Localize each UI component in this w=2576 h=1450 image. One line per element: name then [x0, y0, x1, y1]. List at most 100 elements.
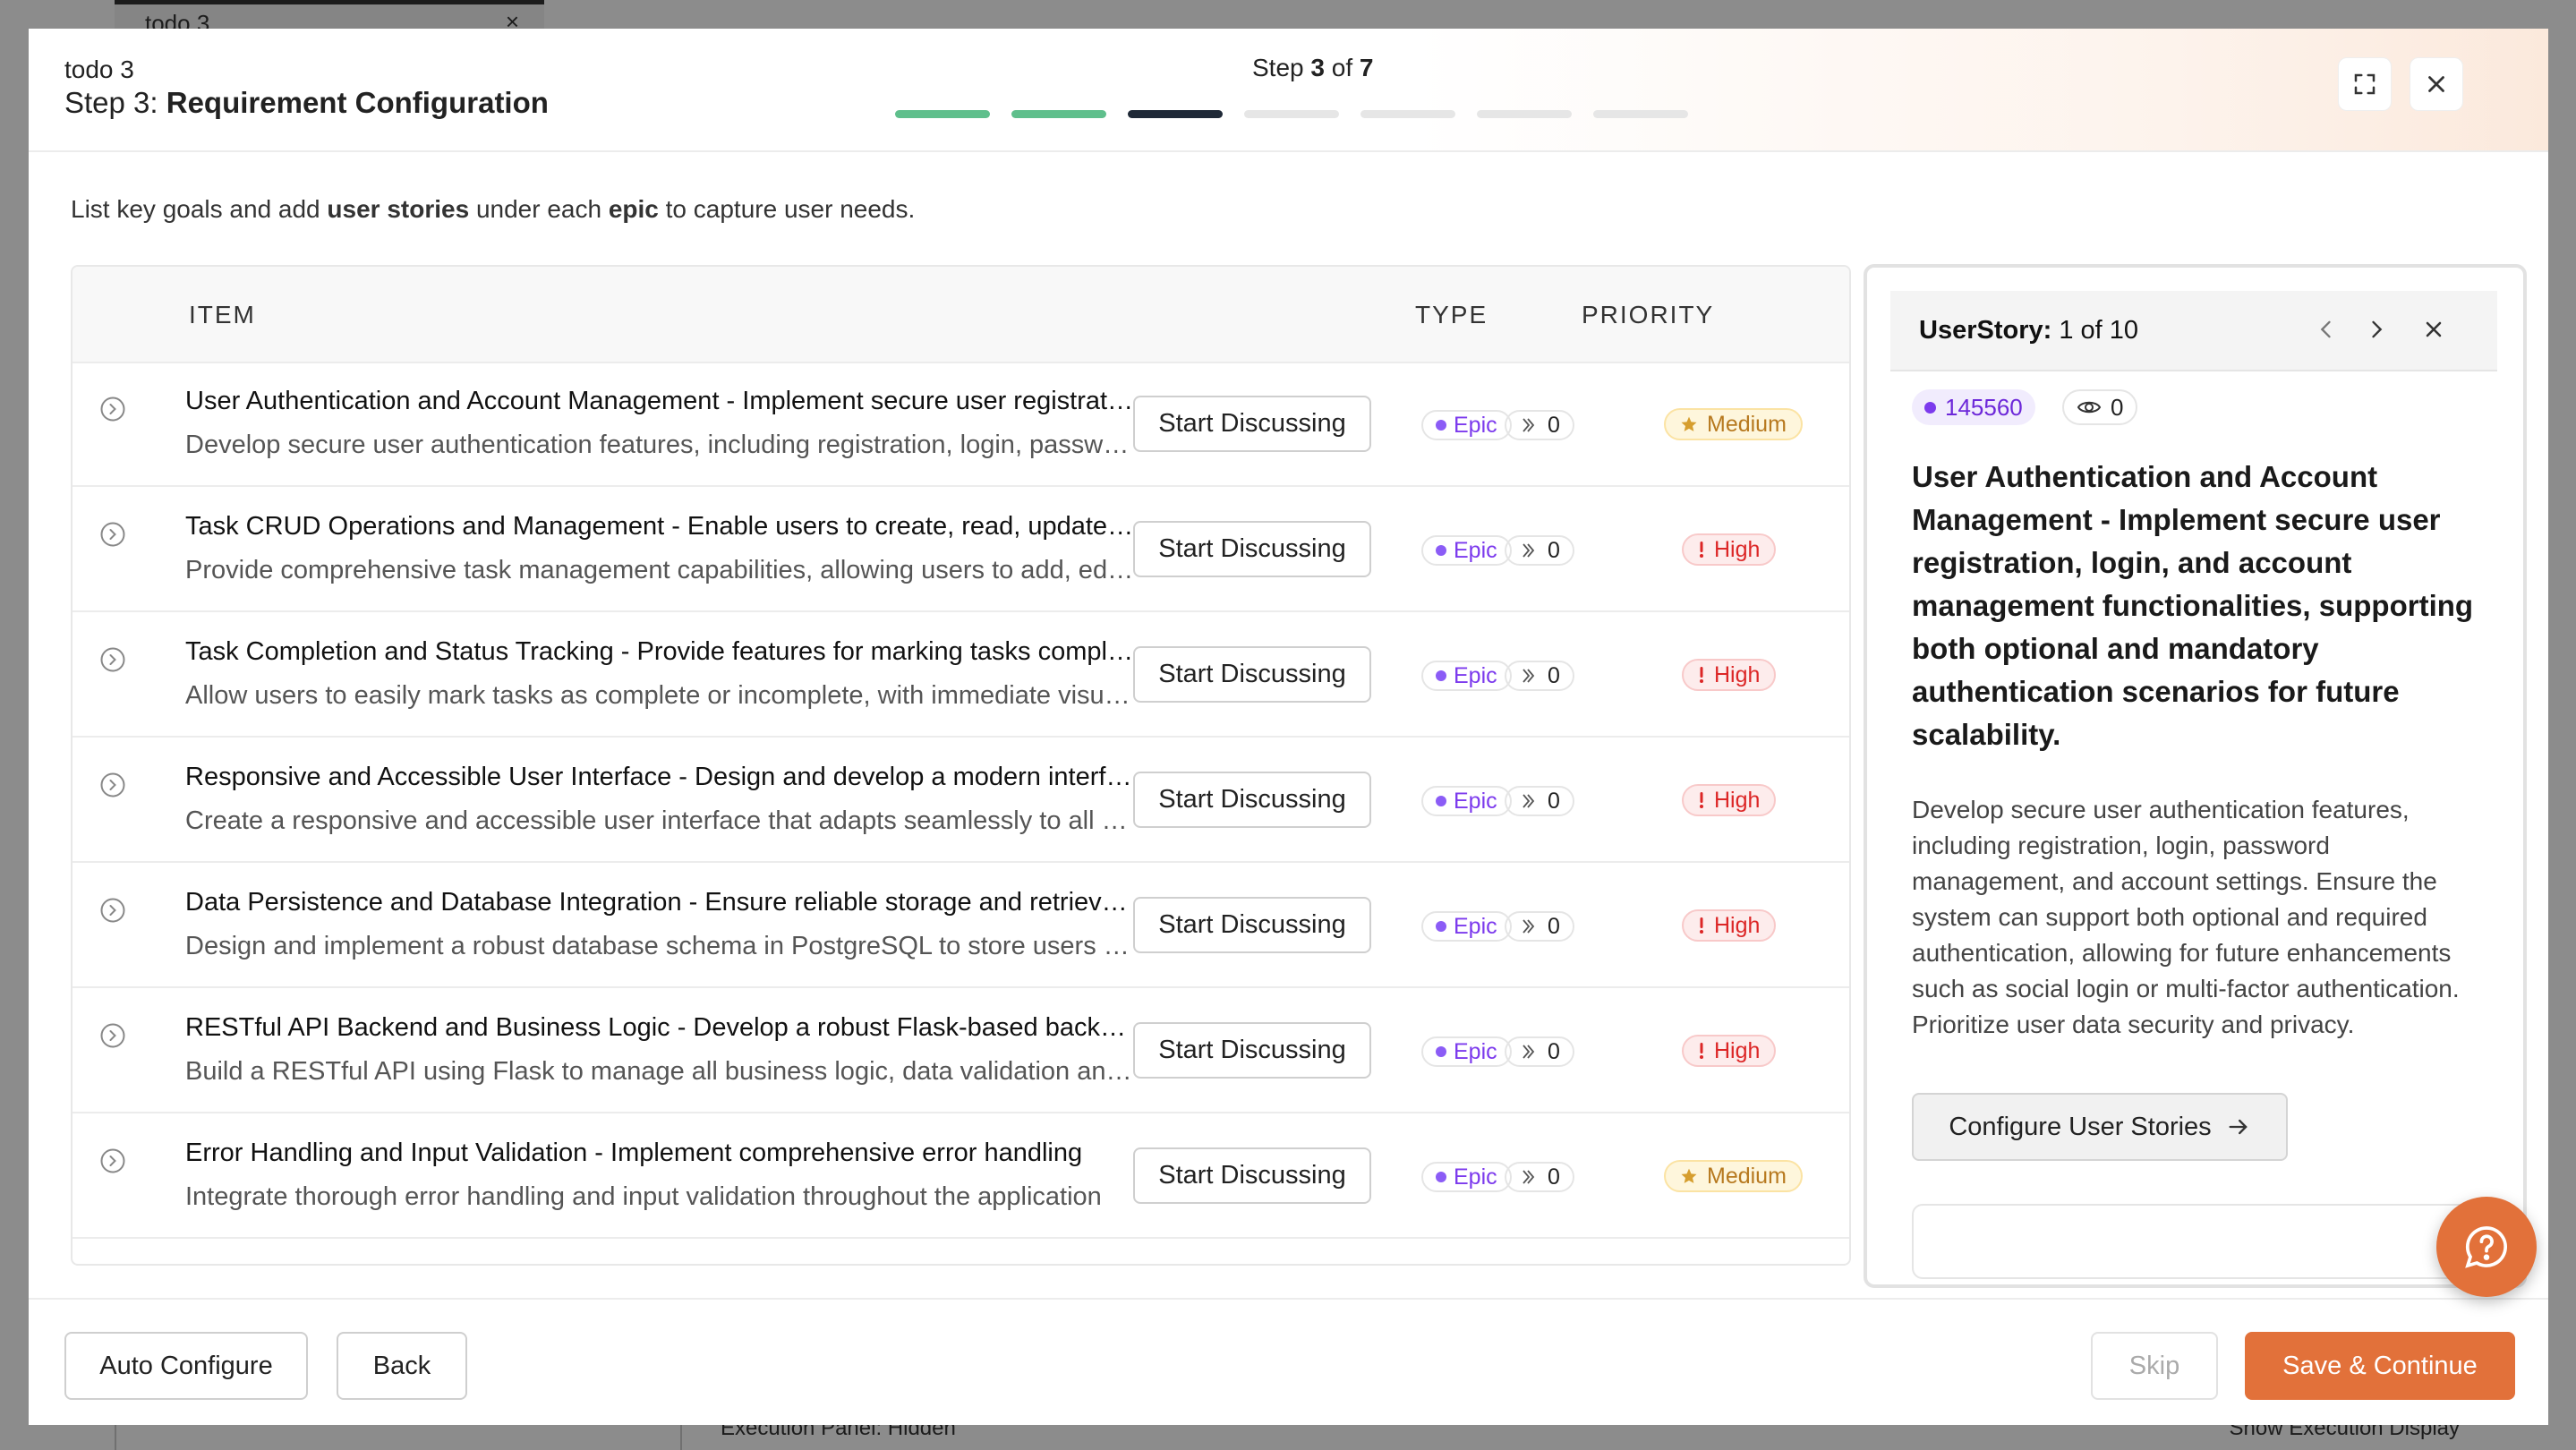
story-title: User Authentication and Account Manageme…: [1912, 460, 2474, 751]
type-badge: Epic: [1421, 410, 1512, 440]
start-discussing-button[interactable]: Start Discussing: [1133, 1147, 1371, 1204]
exclamation-icon: [1700, 667, 1703, 683]
type-badge: Epic: [1421, 661, 1512, 691]
links-badge: 0: [1505, 535, 1574, 566]
skip-button[interactable]: Skip: [2091, 1332, 2218, 1400]
type-badge: Epic: [1421, 911, 1512, 942]
next-story-button[interactable]: [2358, 311, 2395, 348]
start-discussing-button[interactable]: Start Discussing: [1133, 521, 1371, 577]
type-label: Epic: [1454, 412, 1497, 438]
configure-user-stories-button[interactable]: Configure User Stories: [1912, 1093, 2288, 1161]
expand-circle-icon[interactable]: [99, 897, 126, 924]
eye-icon: [2077, 401, 2102, 414]
step-counter-middle: of: [1324, 54, 1360, 81]
progress-segment-4: [1244, 110, 1339, 118]
start-discussing-button[interactable]: Start Discussing: [1133, 396, 1371, 452]
back-button[interactable]: Back: [337, 1332, 467, 1400]
epic-dot: [1436, 545, 1446, 556]
user-story-counter: 1 of 10: [2059, 316, 2139, 345]
links-icon: [1523, 919, 1535, 934]
start-discussing-button[interactable]: Start Discussing: [1133, 772, 1371, 828]
story-id: 145560: [1945, 393, 2023, 421]
fullscreen-icon: [2354, 73, 2376, 95]
intro-bold-user-stories: user stories: [327, 195, 470, 223]
item-description: Build a RESTful API using Flask to manag…: [185, 1057, 1134, 1086]
type-label: Epic: [1454, 662, 1497, 688]
table-row[interactable]: Data Persistence and Database Integratio…: [73, 863, 1849, 988]
requirements-table: ITEM TYPE PRIORITY User Authentication a…: [71, 265, 1851, 1266]
expand-circle-icon[interactable]: [99, 1022, 126, 1049]
item-description: Allow users to easily mark tasks as comp…: [185, 681, 1134, 710]
next-story-card[interactable]: [1912, 1204, 2479, 1279]
views-badge: 0: [2062, 389, 2138, 425]
fullscreen-button[interactable]: [2338, 57, 2392, 111]
table-row[interactable]: RESTful API Backend and Business Logic -…: [73, 988, 1849, 1113]
progress-segment-3: [1128, 110, 1223, 118]
item-title: RESTful API Backend and Business Logic -…: [185, 1013, 1134, 1042]
help-chat-button[interactable]: [2436, 1197, 2537, 1297]
priority-badge: High: [1682, 784, 1777, 816]
save-continue-button[interactable]: Save & Continue: [2245, 1332, 2515, 1400]
story-id-badge: 145560: [1912, 389, 2035, 425]
item-description: Develop secure user authentication featu…: [185, 431, 1134, 459]
type-badge: Epic: [1421, 1162, 1512, 1192]
item-title: Error Handling and Input Validation - Im…: [185, 1139, 1083, 1167]
start-discussing-button[interactable]: Start Discussing: [1133, 897, 1371, 953]
links-count: 0: [1548, 788, 1560, 814]
start-discussing-button[interactable]: Start Discussing: [1133, 1022, 1371, 1079]
links-icon: [1523, 1170, 1535, 1184]
epic-dot: [1436, 1046, 1446, 1057]
expand-circle-icon[interactable]: [99, 646, 126, 673]
progress-segment-7: [1593, 110, 1688, 118]
priority-label: High: [1714, 1037, 1761, 1063]
close-panel-button[interactable]: [2415, 311, 2452, 348]
table-row[interactable]: Responsive and Accessible User Interface…: [73, 738, 1849, 863]
epic-dot: [1436, 1172, 1446, 1182]
type-label: Epic: [1454, 788, 1497, 814]
expand-circle-icon[interactable]: [99, 772, 126, 798]
views-count: 0: [2111, 393, 2124, 421]
item-description: Create a responsive and accessible user …: [185, 806, 1134, 835]
links-badge: 0: [1505, 410, 1574, 440]
close-icon: [2426, 321, 2442, 337]
expand-circle-icon[interactable]: [99, 396, 126, 422]
prev-story-button[interactable]: [2307, 311, 2345, 348]
help-chat-icon: [2465, 1226, 2507, 1268]
progress-segment-5: [1361, 110, 1455, 118]
expand-circle-icon[interactable]: [99, 1147, 126, 1174]
links-count: 0: [1548, 1038, 1560, 1064]
chevron-left-icon: [2320, 320, 2331, 338]
links-count: 0: [1548, 412, 1560, 438]
progress-segment-2: [1011, 110, 1106, 118]
auto-configure-button[interactable]: Auto Configure: [64, 1332, 308, 1400]
type-badge: Epic: [1421, 786, 1512, 816]
user-story-panel: UserStory: 1 of 10 145560 0 User Authent…: [1864, 264, 2527, 1288]
chevron-right-icon: [2372, 320, 2383, 338]
configure-user-stories-label: Configure User Stories: [1949, 1112, 2212, 1141]
status-dot: [1924, 401, 1936, 414]
item-description: Integrate thorough error handling and in…: [185, 1182, 1102, 1211]
table-row[interactable]: Task Completion and Status Tracking - Pr…: [73, 612, 1849, 738]
progress-segment-6: [1477, 110, 1572, 118]
table-row[interactable]: Error Handling and Input Validation - Im…: [73, 1113, 1849, 1239]
close-modal-button[interactable]: [2410, 57, 2463, 111]
user-story-position: UserStory: 1 of 10: [1919, 316, 2138, 345]
priority-label: High: [1714, 661, 1761, 687]
links-icon: [1523, 669, 1535, 683]
priority-badge: High: [1682, 659, 1777, 691]
column-type: TYPE: [1415, 301, 1488, 328]
priority-badge: Medium: [1664, 1160, 1803, 1192]
column-priority: PRIORITY: [1582, 301, 1715, 328]
intro-part: to capture user needs.: [658, 195, 916, 223]
start-discussing-button[interactable]: Start Discussing: [1133, 646, 1371, 703]
table-row[interactable]: Task CRUD Operations and Management - En…: [73, 487, 1849, 612]
item-title: Task CRUD Operations and Management - En…: [185, 512, 1134, 541]
priority-label: High: [1714, 787, 1761, 813]
exclamation-icon: [1700, 1043, 1703, 1059]
expand-circle-icon[interactable]: [99, 521, 126, 548]
configuration-modal: todo 3 Step 3: Requirement Configuration…: [29, 29, 2548, 1425]
links-badge: 0: [1505, 1162, 1574, 1192]
intro-part: under each: [469, 195, 609, 223]
links-icon: [1523, 418, 1535, 432]
table-row[interactable]: User Authentication and Account Manageme…: [73, 362, 1849, 487]
